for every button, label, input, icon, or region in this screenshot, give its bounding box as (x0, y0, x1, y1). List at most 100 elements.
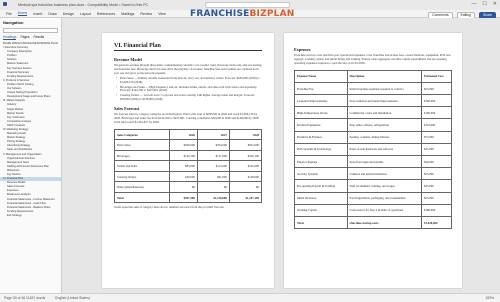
table-cell: $61,000 (196, 170, 230, 183)
table-header-cell: Estimated Cost (421, 69, 452, 83)
table-header-row: Expense Name Description Estimated Cost (294, 69, 452, 83)
revenue-model-heading: Revenue Model (114, 57, 142, 62)
nav-heading-list: BLAZE FRESH FRANCHISE BUSINESS PLAN I. Ex… (0, 42, 61, 218)
table-cell: $957,500 (168, 191, 198, 204)
table-cell: $794,000 (196, 139, 230, 151)
table-header-row: Sales Categories 2026 2027 2028 (114, 128, 263, 141)
zoom-level[interactable]: 100% (485, 296, 494, 300)
table-cell: Initial franchise payment required at co… (346, 81, 423, 96)
table-cell: Store buildout and tenant improvements (346, 94, 423, 108)
table-cell: Seating, counters, dining fixtures (346, 130, 423, 144)
table-cell: $0 (168, 181, 198, 193)
table-row: Pizza Sales $630,000 $794,000 $931,000 (114, 139, 263, 151)
table-cell: $931,000 (228, 139, 263, 151)
maximize-button[interactable]: ☐ (482, 1, 486, 7)
table-cell: High-Temperature Ovens (294, 106, 348, 120)
table-cell: $25,000 (421, 167, 452, 181)
sales-forecast-table: Sales Categories 2026 2027 2028 Pizza Sales $… (114, 128, 263, 204)
table-cell: One-time startup costs (346, 215, 423, 230)
table-header-cell: Expense Name (294, 69, 348, 83)
nav-tab-results[interactable]: Results (34, 35, 45, 40)
language-indicator[interactable]: English (United States) (55, 296, 90, 300)
nav-item[interactable]: Exit Strategy (0, 214, 61, 218)
table-row: Exterior Signage Storefront signs and per… (294, 155, 452, 169)
expenses-heading: Expenses (294, 47, 311, 52)
document-canvas[interactable]: VI. Financial Plan Revenue Model We gene… (62, 18, 500, 293)
table-row: Furniture & Fixtures Seating, counters, d… (294, 130, 452, 144)
table-header-cell: 2028 (228, 128, 263, 141)
table-row: POS Systems & Technology Point-of-sale ha… (294, 142, 452, 157)
tab-references[interactable]: References (97, 12, 115, 16)
tab-draw[interactable]: Draw (48, 12, 56, 16)
table-cell: Salads and Sides (114, 160, 170, 172)
table-cell: $125,000 (228, 160, 263, 172)
minimize-button[interactable]: — (471, 1, 476, 7)
quick-access-toolbar (3, 2, 7, 6)
table-cell: Total (114, 191, 170, 204)
table-cell: Pre-opening Payroll & Training (294, 179, 348, 193)
nav-tab-headings[interactable]: Headings (3, 35, 17, 40)
navigation-pane: Navigation Headings Pages Results BLAZE … (0, 18, 62, 302)
table-row: Initial Inventory Food ingredients, packa… (294, 191, 452, 205)
table-cell: Prep tables, mixers, refrigeration (346, 118, 423, 132)
nav-tab-pages[interactable]: Pages (20, 35, 29, 40)
nav-tabs: Headings Pages Results (0, 34, 61, 41)
table-cell: Security Systems (294, 167, 348, 181)
revenue-bullet: Beverages and Sides — High frequency add… (114, 85, 262, 94)
table-cell: $128,000 (228, 170, 263, 183)
table-row: Kitchen Equipment Prep tables, mixers, re… (294, 118, 452, 132)
table-cell: $1,247,100 (228, 191, 263, 204)
table-cell: $110,000 (421, 118, 452, 132)
revenue-bullet: Catering Orders — Growth lever: Corporat… (114, 93, 262, 102)
table-cell: Franchise Fee (294, 81, 348, 96)
table-row: Security Systems Cameras and alarm instal… (294, 167, 452, 181)
table-cell: Kitchen Equipment (294, 118, 348, 132)
tab-mailings[interactable]: Mailings (121, 12, 134, 16)
table-cell: Working Capital (294, 203, 348, 217)
tab-layout[interactable]: Layout (80, 12, 91, 16)
tab-view[interactable]: View (158, 12, 166, 16)
tab-file[interactable]: File (6, 12, 12, 16)
tab-review[interactable]: Review (140, 12, 152, 16)
nav-search-input[interactable] (3, 28, 58, 33)
table-cell: Other (miscellaneous) (114, 181, 170, 193)
table-cell: Leasehold Improvements (294, 94, 348, 108)
table-cell: $1,126,000 (196, 191, 230, 204)
table-cell: Storefront signs and permits (346, 155, 423, 169)
close-button[interactable]: ✕ (493, 1, 497, 7)
table-cell: Total (294, 215, 348, 230)
tab-design[interactable]: Design (63, 12, 74, 16)
table-cell: Point-of-sale hardware and software (346, 142, 423, 157)
brand-logo: FRANCHISEBIZPLAN (190, 9, 294, 19)
tab-home[interactable]: Home (17, 11, 28, 16)
chapter-heading: VI. Financial Plan (114, 43, 262, 51)
table-cell: $630,000 (168, 139, 198, 151)
expenses-table: Expense Name Description Estimated Cost Fra… (294, 69, 452, 230)
table-row: High-Temperature Ovens Commercial ovens a… (294, 106, 452, 120)
table-cell: $0 (228, 181, 263, 193)
table-cell: Initial Inventory (294, 191, 348, 205)
table-row: Leasehold Improvements Store buildout and… (294, 94, 452, 108)
tab-insert[interactable]: Insert (33, 12, 42, 16)
table-cell: $25,000 (421, 191, 452, 205)
table-cell: Staff recruitment, training, and wages (346, 179, 423, 193)
table-cell: Commercial ovens and installation (346, 106, 423, 120)
table-cell: $45,000 (421, 179, 452, 193)
table-header-cell: Description (346, 69, 423, 83)
table-note: Totals equal the sum of category lines a… (114, 205, 225, 210)
table-cell: $40,000 (421, 155, 452, 169)
table-cell: $160,000 (421, 106, 452, 120)
table-row: Pre-opening Payroll & Training Staff recr… (294, 179, 452, 193)
status-bar: Page 30 of 46 11457 words English (Unite… (0, 293, 500, 302)
table-row: Beverages $142,500 $171,000 $190,100 (114, 149, 263, 162)
table-header-cell: Sales Categories (114, 128, 170, 141)
table-cell: $190,100 (228, 149, 263, 162)
table-cell: $171,000 (196, 149, 230, 162)
table-row: Other (miscellaneous) $0 $0 $0 (114, 181, 263, 193)
brand-logo-part2: BIZPLAN (249, 9, 295, 19)
table-cell: $75,000 (421, 130, 452, 144)
table-row: Total $957,500 $1,126,000 $1,247,100 (114, 191, 263, 204)
document-page-right: Expenses Franchise start-up costs and fi… (284, 33, 462, 288)
brand-logo-part1: FRANCHISE (190, 9, 250, 19)
search-input[interactable] (205, 2, 290, 8)
